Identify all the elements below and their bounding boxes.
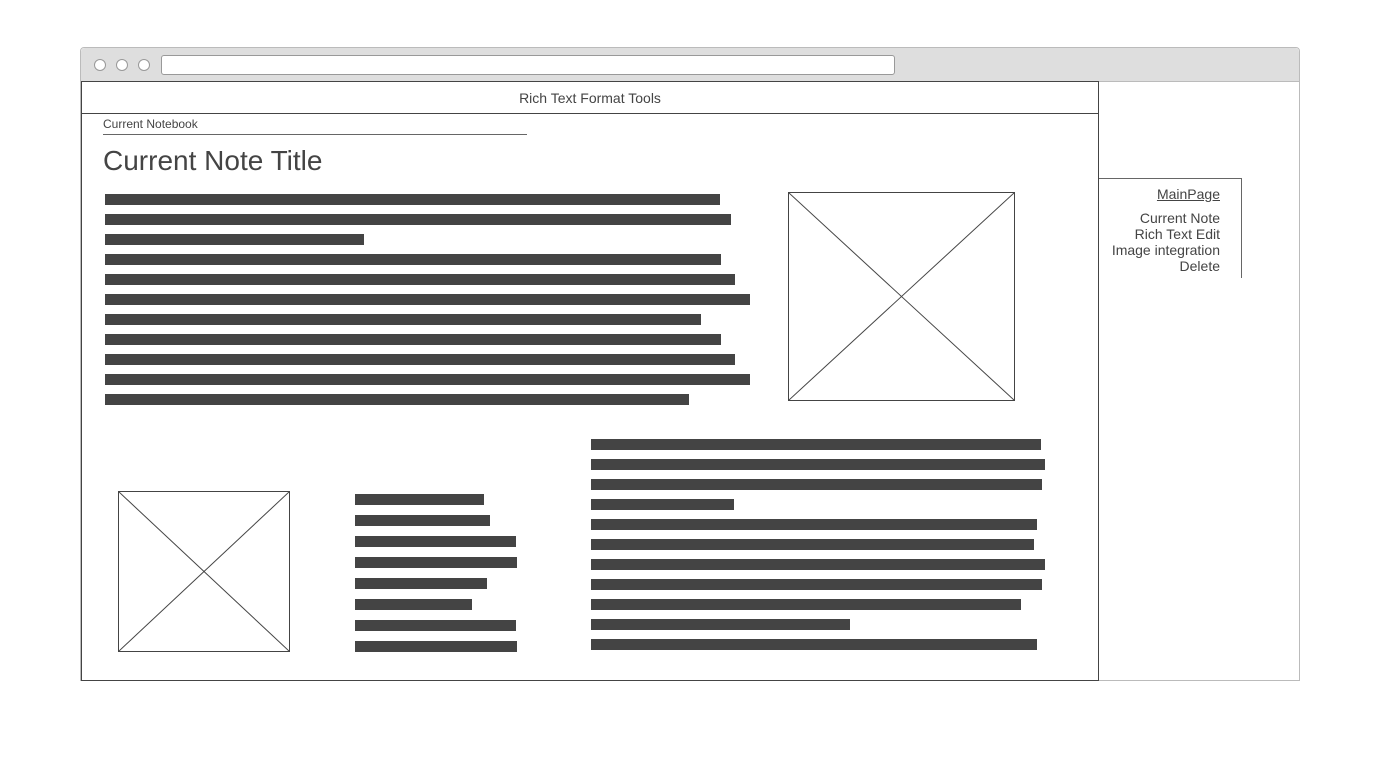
text-line [355, 599, 472, 610]
window-close-button[interactable] [94, 59, 106, 71]
text-line [105, 214, 731, 225]
text-line [355, 515, 490, 526]
text-line [591, 479, 1042, 490]
text-line [105, 314, 701, 325]
window-minimize-button[interactable] [116, 59, 128, 71]
text-line [591, 579, 1042, 590]
text-line [105, 194, 720, 205]
text-line [591, 439, 1041, 450]
window-maximize-button[interactable] [138, 59, 150, 71]
browser-titlebar [81, 48, 1299, 82]
image-icon [119, 492, 289, 651]
text-line [105, 274, 735, 285]
nav-item-delete[interactable]: Delete [1180, 258, 1220, 274]
text-line [105, 254, 721, 265]
text-line [591, 599, 1021, 610]
side-navigation: MainPage Current Note Rich Text Edit Ima… [1099, 178, 1242, 278]
text-line [591, 499, 734, 510]
text-line [355, 557, 517, 568]
page-title[interactable]: Current Note Title [103, 144, 322, 178]
text-line [355, 578, 487, 589]
text-line [591, 639, 1037, 650]
text-line [591, 519, 1037, 530]
text-line [355, 620, 516, 631]
note-editor-panel: Rich Text Format Tools Current Notebook … [81, 81, 1099, 681]
text-line [355, 536, 516, 547]
text-line [105, 354, 735, 365]
text-line [355, 494, 484, 505]
address-bar[interactable] [161, 55, 895, 75]
text-line [591, 559, 1045, 570]
rich-text-toolbar[interactable]: Rich Text Format Tools [82, 82, 1098, 114]
nav-item-current-note[interactable]: Current Note [1140, 210, 1220, 226]
text-line [105, 374, 750, 385]
text-line [591, 619, 850, 630]
image-placeholder[interactable] [788, 192, 1015, 401]
text-line [591, 539, 1034, 550]
nav-item-rich-text-edit[interactable]: Rich Text Edit [1135, 226, 1220, 242]
notebook-name[interactable]: Current Notebook [103, 115, 527, 135]
nav-link-mainpage[interactable]: MainPage [1157, 186, 1220, 202]
text-line [105, 234, 364, 245]
image-icon [789, 193, 1014, 400]
nav-item-image-integration[interactable]: Image integration [1112, 242, 1220, 258]
text-line [355, 641, 517, 652]
text-line [105, 334, 721, 345]
text-line [591, 459, 1045, 470]
text-line [105, 394, 689, 405]
text-line [105, 294, 750, 305]
image-placeholder[interactable] [118, 491, 290, 652]
